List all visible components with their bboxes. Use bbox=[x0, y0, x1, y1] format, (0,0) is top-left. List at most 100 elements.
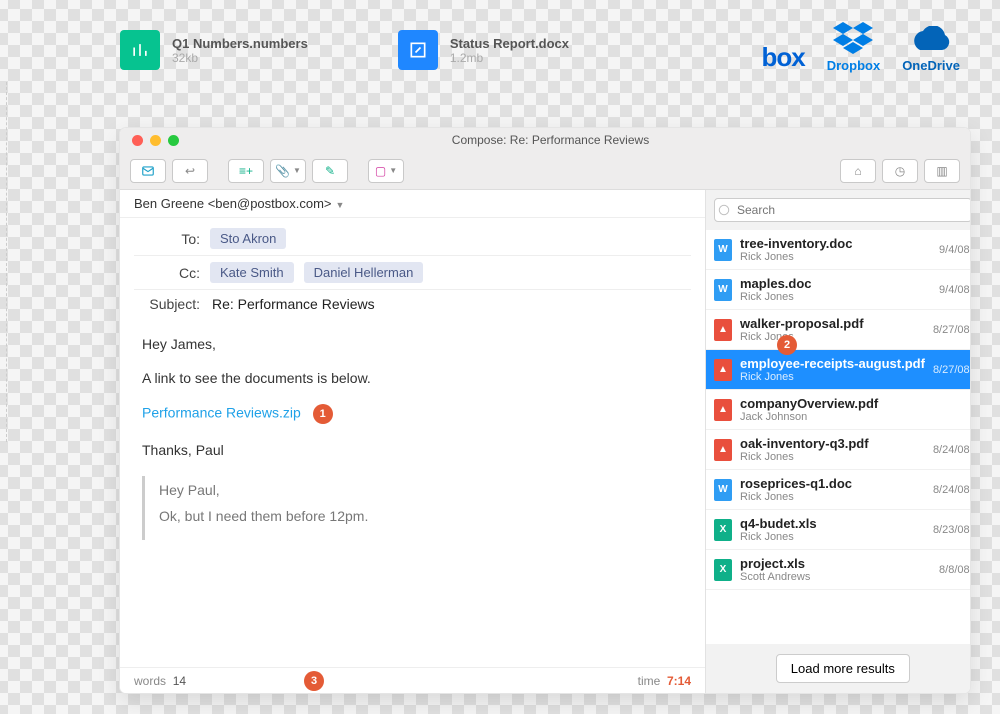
file-owner: Scott Andrews bbox=[740, 571, 931, 583]
callout-3: 3 bbox=[304, 671, 324, 691]
file-row[interactable]: ▲ oak-inventory-q3.pdfRick Jones 8/24/08 bbox=[706, 430, 970, 470]
attach-button[interactable]: 📎▼ bbox=[270, 159, 306, 183]
file-row[interactable]: Wtree-inventory.docRick Jones 9/4/08 bbox=[706, 230, 970, 270]
recipient-chip[interactable]: Sto Akron bbox=[210, 228, 286, 249]
status-bar: words 14 3 time 7:14 bbox=[120, 667, 705, 693]
panel-toggle-button[interactable]: ▥ bbox=[924, 159, 960, 183]
close-button[interactable] bbox=[132, 135, 143, 146]
subject-field[interactable]: Re: Performance Reviews bbox=[210, 296, 375, 312]
file-date: 8/24/08 bbox=[933, 484, 970, 496]
file-row[interactable]: ▲ companyOverview.pdfJack Johnson bbox=[706, 390, 970, 430]
to-field[interactable]: Sto Akron bbox=[210, 228, 286, 249]
file-owner: Rick Jones bbox=[740, 331, 925, 343]
recipient-chip[interactable]: Kate Smith bbox=[210, 262, 294, 283]
file-owner: Jack Johnson bbox=[740, 411, 962, 423]
quote-line: Hey Paul, bbox=[159, 482, 687, 498]
file-row[interactable]: Wmaples.docRick Jones 9/4/08 bbox=[706, 270, 970, 310]
signature-button[interactable]: ✎ bbox=[312, 159, 348, 183]
from-field[interactable]: Ben Greene <ben@postbox.com>▼ bbox=[120, 190, 705, 218]
file-row[interactable]: Wroseprices-q1.docRick Jones8/24/08 bbox=[706, 470, 970, 510]
file-row[interactable]: Xq4-budet.xlsRick Jones8/23/08 bbox=[706, 510, 970, 550]
load-more-button[interactable]: Load more results bbox=[776, 654, 910, 683]
cc-field[interactable]: Kate Smith Daniel Hellerman bbox=[210, 262, 423, 283]
file-name: oak-inventory-q3.pdf bbox=[740, 436, 925, 451]
file-name: project.xls bbox=[740, 556, 931, 571]
time-label: time bbox=[638, 674, 661, 688]
file-name: Q1 Numbers.numbers bbox=[172, 36, 308, 51]
file-row[interactable]: ▲ employee-receipts-august.pdfRick Jones 8… bbox=[706, 350, 970, 390]
toolbar: ↩ ≡+ 📎▼ ✎ ▢▼ ⌂ ◷ ▥ bbox=[120, 152, 970, 190]
files-list: Wtree-inventory.docRick Jones9/4/08Wmapl… bbox=[706, 230, 970, 644]
file-name: tree-inventory.doc bbox=[740, 236, 931, 251]
file-name: employee-receipts-august.pdf bbox=[740, 356, 925, 371]
minimize-button[interactable] bbox=[150, 135, 161, 146]
box-logo[interactable]: box bbox=[762, 42, 805, 73]
file-owner: Rick Jones bbox=[740, 451, 925, 463]
filetype-icon: ▲ bbox=[714, 399, 732, 421]
filetype-icon: ▲ bbox=[714, 359, 732, 381]
file-row[interactable]: Xproject.xlsScott Andrews 8/8/08 bbox=[706, 550, 970, 590]
search-input[interactable] bbox=[714, 198, 970, 222]
titlebar: Compose: Re: Performance Reviews bbox=[120, 128, 970, 152]
words-label: words bbox=[134, 674, 166, 688]
file-owner: Rick Jones bbox=[740, 291, 931, 303]
file-date: 9/4/08 bbox=[939, 284, 970, 296]
words-count: 14 bbox=[173, 674, 186, 688]
file-owner: Rick Jones bbox=[740, 531, 925, 543]
file-owner: Rick Jones bbox=[740, 491, 925, 503]
file-date: 9/4/08 bbox=[939, 244, 970, 256]
attachment-link[interactable]: Performance Reviews.zip bbox=[142, 405, 301, 421]
file-date: 8/24/08 bbox=[933, 444, 970, 456]
callout-1: 1 bbox=[313, 404, 333, 424]
compose-window: Compose: Re: Performance Reviews ↩ ≡+ 📎▼… bbox=[120, 128, 970, 693]
list-button[interactable]: ≡+ bbox=[228, 159, 264, 183]
dropbox-logo[interactable]: Dropbox bbox=[827, 22, 880, 73]
send-button[interactable] bbox=[130, 159, 166, 183]
file-owner: Rick Jones bbox=[740, 251, 931, 263]
filetype-icon: ▲ bbox=[714, 439, 732, 461]
filetype-icon: W bbox=[714, 239, 732, 261]
attachment-panel: Wtree-inventory.docRick Jones9/4/08Wmapl… bbox=[705, 190, 970, 693]
file-chip[interactable]: Status Report.docx 1.2mb bbox=[398, 30, 569, 70]
cc-label: Cc: bbox=[134, 265, 210, 281]
to-label: To: bbox=[134, 231, 210, 247]
file-name: q4-budet.xls bbox=[740, 516, 925, 531]
file-date: 8/8/08 bbox=[939, 564, 970, 576]
dropbox-label: Dropbox bbox=[827, 58, 880, 73]
file-name: Status Report.docx bbox=[450, 36, 569, 51]
file-date: 8/23/08 bbox=[933, 524, 970, 536]
body-signoff: Thanks, Paul bbox=[142, 442, 687, 458]
edit-file-icon bbox=[398, 30, 438, 70]
time-value: 7:14 bbox=[667, 674, 691, 688]
onedrive-logo[interactable]: OneDrive bbox=[902, 22, 960, 73]
onedrive-label: OneDrive bbox=[902, 58, 960, 73]
window-title: Compose: Re: Performance Reviews bbox=[191, 133, 970, 147]
tag-button[interactable]: ▢▼ bbox=[368, 159, 404, 183]
decorative-dashed-line bbox=[6, 82, 138, 442]
file-name: companyOverview.pdf bbox=[740, 396, 962, 411]
quote-line: Ok, but I need them before 12pm. bbox=[159, 508, 687, 524]
body-line: A link to see the documents is below. bbox=[142, 370, 687, 386]
zoom-button[interactable] bbox=[168, 135, 179, 146]
cloud-services: box Dropbox OneDrive bbox=[762, 22, 961, 73]
filetype-icon: W bbox=[714, 279, 732, 301]
filetype-icon: X bbox=[714, 559, 732, 581]
file-date: 8/27/08 bbox=[933, 364, 970, 376]
toolbox-button[interactable]: ⌂ bbox=[840, 159, 876, 183]
timer-button[interactable]: ◷ bbox=[882, 159, 918, 183]
body-greeting: Hey James, bbox=[142, 336, 687, 352]
file-name: roseprices-q1.doc bbox=[740, 476, 925, 491]
message-body[interactable]: Hey James, A link to see the documents i… bbox=[120, 322, 705, 667]
file-row[interactable]: ▲walker-proposal.pdfRick Jones8/27/08 bbox=[706, 310, 970, 350]
file-size: 1.2mb bbox=[450, 51, 569, 65]
quoted-reply: Hey Paul, Ok, but I need them before 12p… bbox=[142, 476, 687, 540]
subject-label: Subject: bbox=[134, 296, 210, 312]
file-name: maples.doc bbox=[740, 276, 931, 291]
recipient-chip[interactable]: Daniel Hellerman bbox=[304, 262, 424, 283]
reply-button[interactable]: ↩ bbox=[172, 159, 208, 183]
filetype-icon: ▲ bbox=[714, 319, 732, 341]
chart-file-icon bbox=[120, 30, 160, 70]
file-owner: Rick Jones bbox=[740, 371, 925, 383]
file-chip[interactable]: Q1 Numbers.numbers 32kb bbox=[120, 30, 308, 70]
file-size: 32kb bbox=[172, 51, 308, 65]
